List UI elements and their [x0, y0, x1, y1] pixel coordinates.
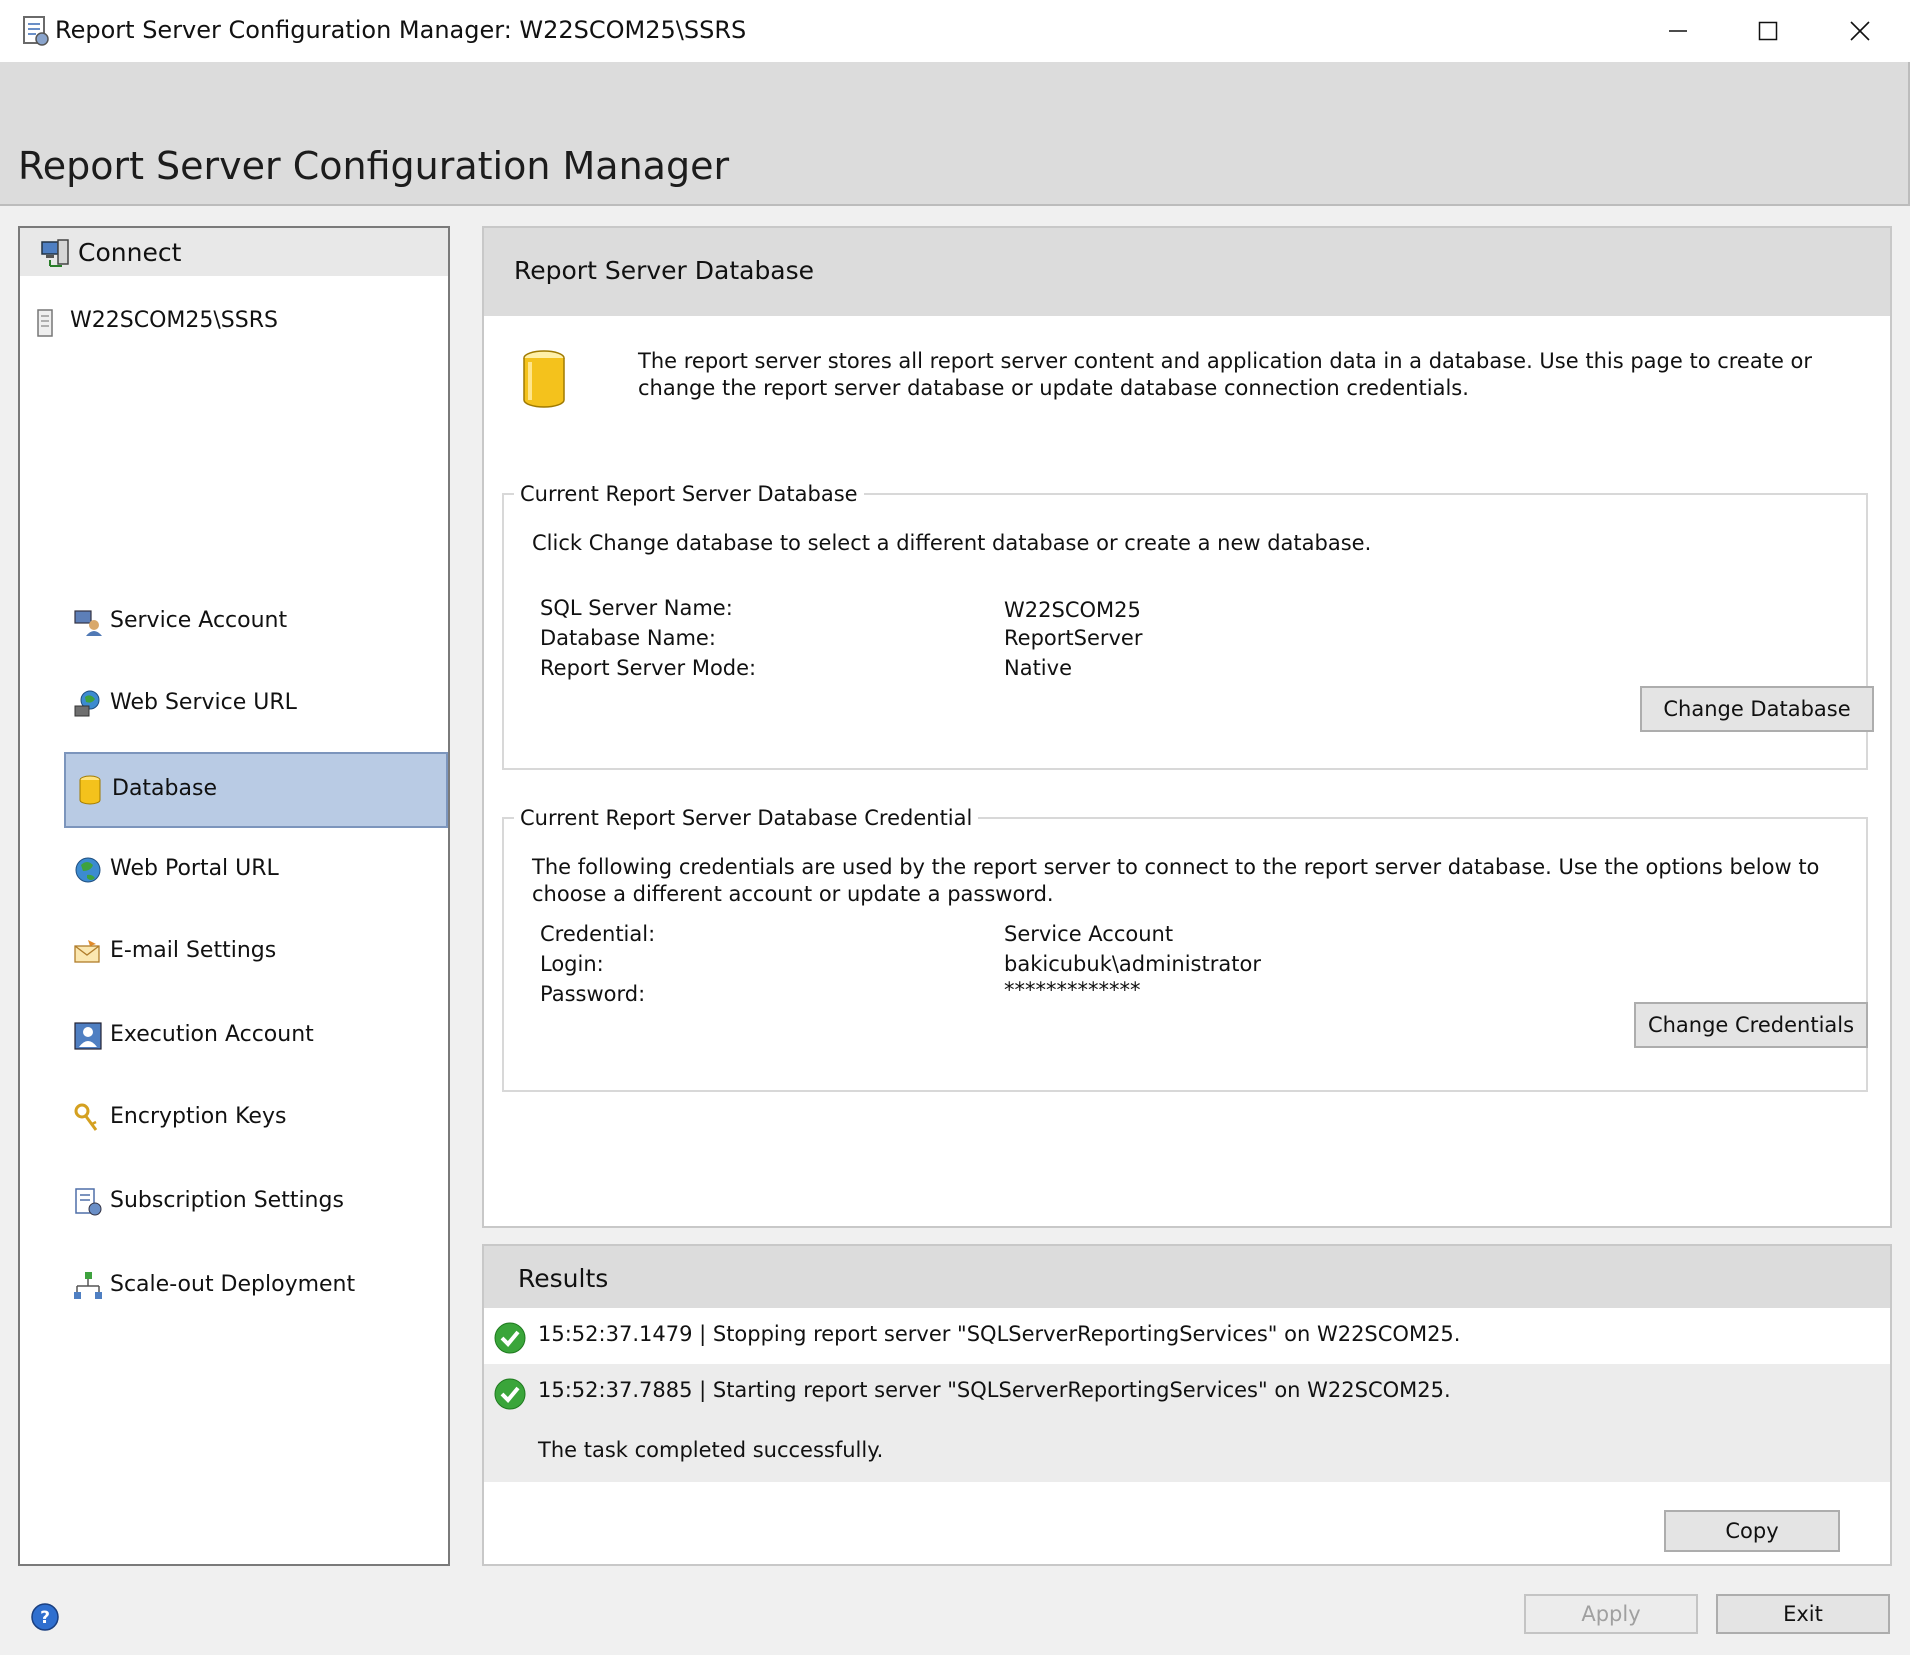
- current-database-legend: Current Report Server Database: [520, 482, 858, 506]
- navigation-pane: Connect W22SCOM25\SSRS Service Account W…: [18, 226, 450, 1566]
- database-large-icon: [523, 350, 565, 408]
- banner-title: Report Server Configuration Manager: [18, 144, 730, 188]
- nav-item-scale-out-deployment[interactable]: Scale-out Deployment: [64, 1250, 448, 1326]
- change-credentials-button[interactable]: Change Credentials: [1634, 1002, 1868, 1048]
- nav-item-label: Service Account: [110, 608, 288, 633]
- exit-button[interactable]: Exit: [1716, 1594, 1890, 1634]
- success-check-icon: [494, 1322, 526, 1354]
- server-instance-label: W22SCOM25\SSRS: [70, 308, 278, 333]
- nav-item-label: Scale-out Deployment: [110, 1272, 356, 1297]
- scale-out-icon: [74, 1272, 102, 1299]
- result-text: 15:52:37.7885 | Starting report server "…: [538, 1378, 1451, 1402]
- success-check-icon: [494, 1378, 526, 1410]
- close-icon: [1850, 21, 1870, 41]
- database-page: Report Server Database The report server…: [482, 226, 1892, 1228]
- nav-item-execution-account[interactable]: Execution Account: [64, 1000, 448, 1076]
- credential-label: Credential:: [540, 922, 656, 946]
- result-row: 15:52:37.7885 | Starting report server "…: [484, 1364, 1890, 1482]
- result-text: 15:52:37.1479 | Stopping report server "…: [538, 1322, 1461, 1346]
- report-server-mode-label: Report Server Mode:: [540, 656, 757, 680]
- database-credential-group: Current Report Server Database Credentia…: [502, 806, 1868, 1092]
- current-database-description: Click Change database to select a differ…: [532, 531, 1372, 555]
- svg-text:?: ?: [40, 1608, 50, 1628]
- connect-label: Connect: [78, 238, 182, 267]
- change-database-button[interactable]: Change Database: [1640, 686, 1874, 732]
- result-detail: The task completed successfully.: [538, 1438, 884, 1462]
- minimize-icon: [1669, 30, 1687, 32]
- login-value: bakicubuk\administrator: [1004, 952, 1261, 976]
- help-icon[interactable]: ?: [30, 1602, 60, 1632]
- window-title-bar: Report Server Configuration Manager: W22…: [0, 0, 1910, 63]
- report-server-mode-value: Native: [1004, 656, 1072, 680]
- nav-item-email-settings[interactable]: E-mail Settings: [64, 916, 448, 992]
- nav-item-label: Web Service URL: [110, 690, 297, 715]
- sql-server-name-value: W22SCOM25: [1004, 598, 1141, 622]
- globe-icon: [75, 857, 101, 883]
- result-row: 15:52:37.1479 | Stopping report server "…: [484, 1308, 1890, 1364]
- nav-item-label: Execution Account: [110, 1022, 314, 1047]
- current-database-group: Current Report Server Database Click Cha…: [502, 482, 1874, 770]
- server-icon: [37, 309, 53, 337]
- nav-item-label: Encryption Keys: [110, 1104, 287, 1129]
- connect-button[interactable]: Connect: [20, 228, 448, 276]
- subscription-icon: [75, 1188, 102, 1216]
- results-header: Results: [484, 1246, 1890, 1308]
- nav-item-web-portal-url[interactable]: Web Portal URL: [64, 834, 448, 910]
- results-panel: Results 15:52:37.1479 | Stopping report …: [482, 1244, 1892, 1566]
- nav-item-encryption-keys[interactable]: Encryption Keys: [64, 1082, 448, 1158]
- keys-icon: [74, 1103, 98, 1131]
- web-service-url-icon: [74, 690, 100, 717]
- login-label: Login:: [540, 952, 604, 976]
- window-title: Report Server Configuration Manager: W22…: [55, 16, 747, 44]
- results-title: Results: [518, 1264, 609, 1293]
- page-header: Report Server Database: [484, 228, 1890, 316]
- database-icon: [79, 775, 101, 805]
- nav-item-service-account[interactable]: Service Account: [64, 586, 448, 662]
- nav-item-database[interactable]: Database: [64, 752, 448, 828]
- app-banner: Report Server Configuration Manager: [0, 62, 1910, 206]
- password-label: Password:: [540, 982, 646, 1006]
- sql-server-name-label: SQL Server Name:: [540, 596, 733, 620]
- credential-legend: Current Report Server Database Credentia…: [520, 806, 973, 830]
- database-name-label: Database Name:: [540, 626, 716, 650]
- close-button[interactable]: [1815, 0, 1905, 62]
- connect-icon: [41, 239, 69, 267]
- database-name-value: ReportServer: [1004, 626, 1143, 650]
- nav-item-subscription-settings[interactable]: Subscription Settings: [64, 1166, 448, 1242]
- maximize-button[interactable]: [1723, 0, 1813, 62]
- app-icon: [23, 16, 49, 46]
- apply-button[interactable]: Apply: [1524, 1594, 1698, 1634]
- page-title: Report Server Database: [514, 256, 815, 285]
- maximize-icon: [1758, 21, 1778, 41]
- execution-account-icon: [74, 1022, 102, 1050]
- minimize-button[interactable]: [1633, 0, 1723, 62]
- email-icon: [74, 940, 100, 963]
- copy-button[interactable]: Copy: [1664, 1510, 1840, 1552]
- nav-item-label: Web Portal URL: [110, 856, 279, 881]
- credential-value: Service Account: [1004, 922, 1174, 946]
- nav-item-label: Subscription Settings: [110, 1188, 344, 1213]
- credential-description: The following credentials are used by th…: [532, 855, 1820, 906]
- page-intro-text: The report server stores all report serv…: [638, 349, 1813, 400]
- nav-item-label: Database: [112, 776, 217, 801]
- nav-item-web-service-url[interactable]: Web Service URL: [64, 668, 448, 744]
- service-account-icon: [74, 610, 102, 636]
- nav-item-label: E-mail Settings: [110, 938, 277, 963]
- password-value: *************: [1004, 978, 1141, 1002]
